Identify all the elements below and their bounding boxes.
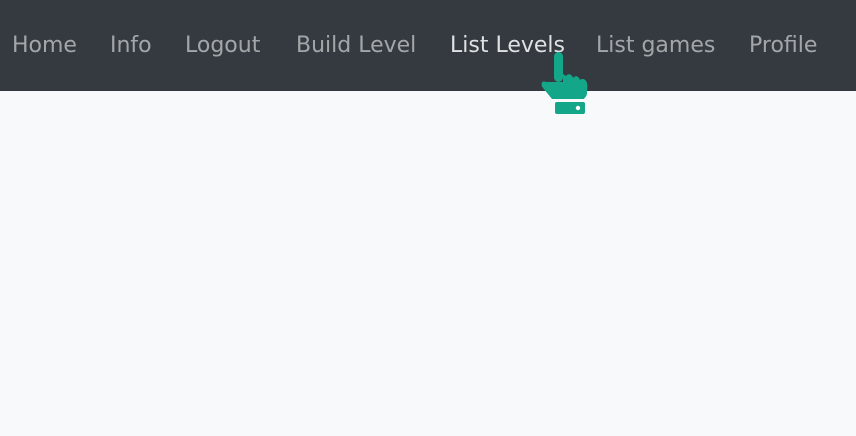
main-content — [0, 91, 856, 436]
nav-link-list-levels[interactable]: List Levels — [450, 29, 565, 63]
top-navbar: Home Info Logout Build Level List Levels… — [0, 0, 856, 91]
nav-link-logout[interactable]: Logout — [185, 29, 260, 63]
nav-link-info[interactable]: Info — [110, 29, 152, 63]
nav-link-profile[interactable]: Profile — [749, 29, 817, 63]
nav-link-home[interactable]: Home — [12, 29, 77, 63]
nav-link-list-games[interactable]: List games — [596, 29, 715, 63]
nav-link-build-level[interactable]: Build Level — [296, 29, 416, 63]
